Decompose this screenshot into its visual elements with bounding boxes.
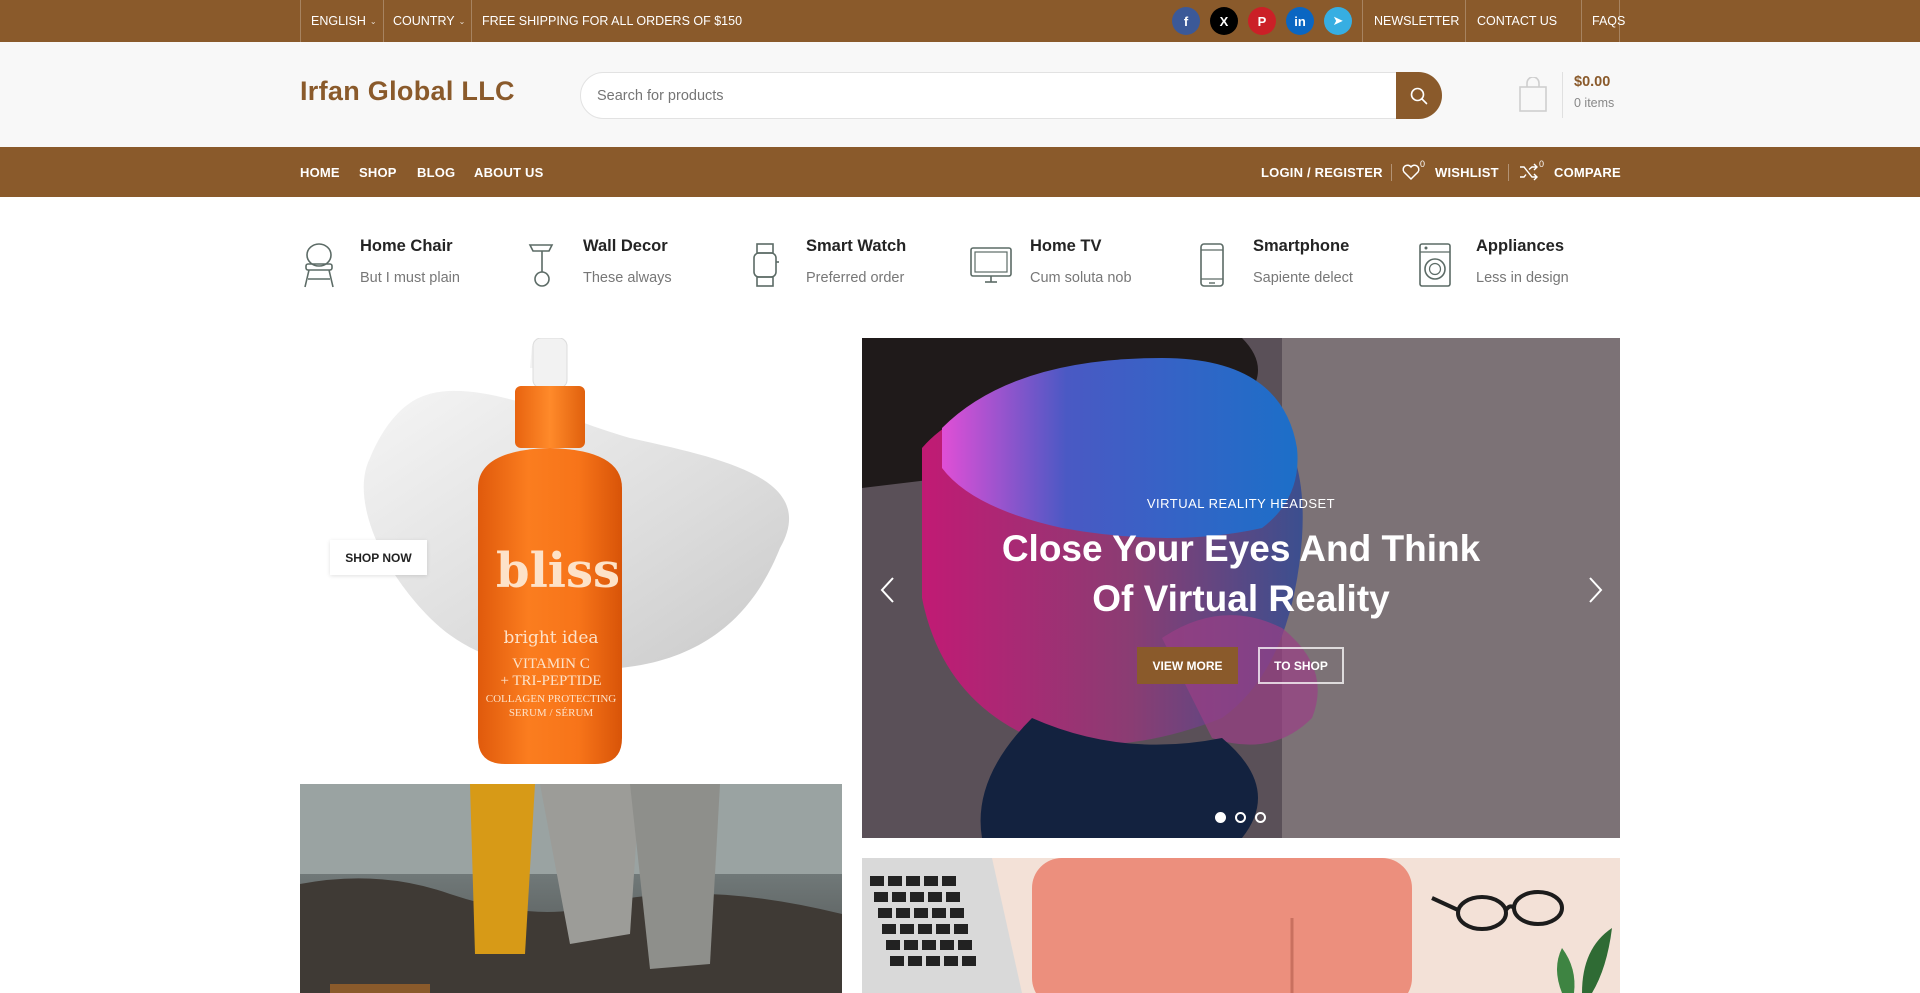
contact-us-link[interactable]: CONTACT US	[1477, 0, 1557, 42]
telegram-icon[interactable]: ➤	[1324, 7, 1352, 35]
category-title: Appliances	[1476, 237, 1565, 255]
promo-banner-serum[interactable]: bliss bright idea VITAMIN C + TRI-PEPTID…	[300, 338, 842, 764]
promo-banner-fashion[interactable]	[300, 784, 842, 993]
divider	[383, 0, 384, 42]
shopping-bag-icon[interactable]	[1518, 77, 1548, 113]
slide-title-line: Close Your Eyes And Think	[1001, 528, 1481, 569]
slide-title: Close Your Eyes And Think Of Virtual Rea…	[862, 524, 1620, 624]
laptop-sleeve-photo	[862, 858, 1620, 993]
shop-now-button[interactable]: SHOP NOW	[330, 540, 427, 575]
heart-icon[interactable]	[1401, 162, 1421, 182]
linkedin-icon[interactable]: in	[1286, 7, 1314, 35]
cart-item-count[interactable]: 0 items	[1574, 96, 1614, 110]
watch-icon	[753, 243, 779, 287]
lamp-icon	[528, 244, 554, 287]
divider	[1562, 72, 1563, 118]
x-icon[interactable]: X	[1210, 7, 1238, 35]
category-subtitle: Preferred order	[806, 270, 905, 286]
divider	[471, 0, 472, 42]
country-label: COUNTRY	[393, 14, 455, 28]
faqs-link[interactable]: FAQS	[1592, 0, 1625, 42]
to-shop-button[interactable]: TO SHOP	[1258, 647, 1344, 684]
search-icon	[1410, 87, 1428, 104]
category-subtitle: Sapiente delect	[1253, 270, 1353, 286]
fashion-photo	[300, 784, 842, 993]
bottle-label-line: bright idea	[503, 628, 599, 648]
newsletter-link[interactable]: NEWSLETTER	[1374, 0, 1459, 42]
category-subtitle: Less in design	[1476, 270, 1569, 286]
main-navigation: HOME SHOP BLOG ABOUT US LOGIN / REGISTER…	[0, 147, 1920, 197]
category-title: Home TV	[1030, 237, 1102, 255]
chair-icon	[304, 243, 334, 288]
washing-machine-icon	[1419, 243, 1451, 287]
tv-icon	[970, 247, 1012, 283]
category-title: Smart Watch	[806, 237, 907, 255]
site-logo[interactable]: Irfan Global LLC	[300, 76, 515, 107]
view-more-button[interactable]: VIEW MORE	[1137, 647, 1238, 684]
category-subtitle: But I must plain	[360, 270, 460, 286]
chevron-left-icon[interactable]	[876, 574, 900, 606]
divider	[1508, 164, 1509, 181]
nav-about-us[interactable]: ABOUT US	[474, 147, 544, 197]
country-selector[interactable]: COUNTRY ⌄	[393, 0, 465, 42]
chevron-down-icon: ⌄	[458, 16, 466, 26]
compare-link[interactable]: COMPARE	[1554, 147, 1621, 197]
nav-home[interactable]: HOME	[300, 147, 340, 197]
language-label: ENGLISH	[311, 14, 366, 28]
compare-count: 0	[1539, 159, 1545, 169]
category-subtitle: These always	[583, 270, 672, 286]
chevron-right-icon[interactable]	[1583, 574, 1607, 606]
pinterest-icon[interactable]: P	[1248, 7, 1276, 35]
shipping-notice: FREE SHIPPING FOR ALL ORDERS OF $150	[482, 14, 743, 28]
wishlist-link[interactable]: WISHLIST	[1435, 147, 1499, 197]
divider	[1391, 164, 1392, 181]
bottle-label-line: SERUM / SÉRUM	[508, 707, 594, 719]
nav-shop[interactable]: SHOP	[359, 147, 397, 197]
search-button[interactable]	[1396, 72, 1442, 119]
divider	[1362, 0, 1363, 42]
site-header: Irfan Global LLC $0.00 0 items	[0, 42, 1920, 147]
search-bar	[580, 72, 1442, 119]
slide-subtitle: VIRTUAL REALITY HEADSET	[1146, 496, 1336, 511]
search-input[interactable]	[597, 73, 1377, 118]
facebook-icon[interactable]: f	[1172, 7, 1200, 35]
login-register-link[interactable]: LOGIN / REGISTER	[1261, 147, 1383, 197]
shuffle-icon[interactable]	[1519, 163, 1539, 181]
hero-slider[interactable]: VIRTUAL REALITY HEADSET Close Your Eyes …	[862, 338, 1620, 838]
slider-dot-active[interactable]	[1215, 812, 1226, 823]
promo-banner-accessories[interactable]	[862, 858, 1620, 993]
divider	[1465, 0, 1466, 42]
divider	[1619, 0, 1620, 42]
category-title: Wall Decor	[583, 237, 668, 255]
bottle-label-line: VITAMIN C	[512, 656, 590, 672]
slide-title-line: Of Virtual Reality	[1092, 578, 1390, 619]
cart-total[interactable]: $0.00	[1574, 74, 1610, 90]
bottle-label-line: + TRI-PEPTIDE	[500, 673, 602, 689]
category-title: Smartphone	[1253, 237, 1350, 255]
top-bar: ENGLISH ⌄ COUNTRY ⌄ FREE SHIPPING FOR AL…	[0, 0, 1920, 42]
divider	[1581, 0, 1582, 42]
category-subtitle: Cum soluta nob	[1030, 270, 1132, 286]
nav-blog[interactable]: BLOG	[417, 147, 455, 197]
bottle-brand-label: bliss	[496, 543, 621, 599]
category-title: Home Chair	[360, 237, 453, 255]
wishlist-count: 0	[1420, 159, 1426, 169]
smartphone-icon	[1200, 243, 1224, 287]
chevron-down-icon: ⌄	[369, 16, 377, 26]
bottle-label-line: COLLAGEN PROTECTING	[485, 693, 617, 705]
slider-dot[interactable]	[1235, 812, 1246, 823]
slider-dot[interactable]	[1255, 812, 1266, 823]
divider	[300, 0, 301, 42]
language-selector[interactable]: ENGLISH ⌄	[311, 0, 377, 42]
